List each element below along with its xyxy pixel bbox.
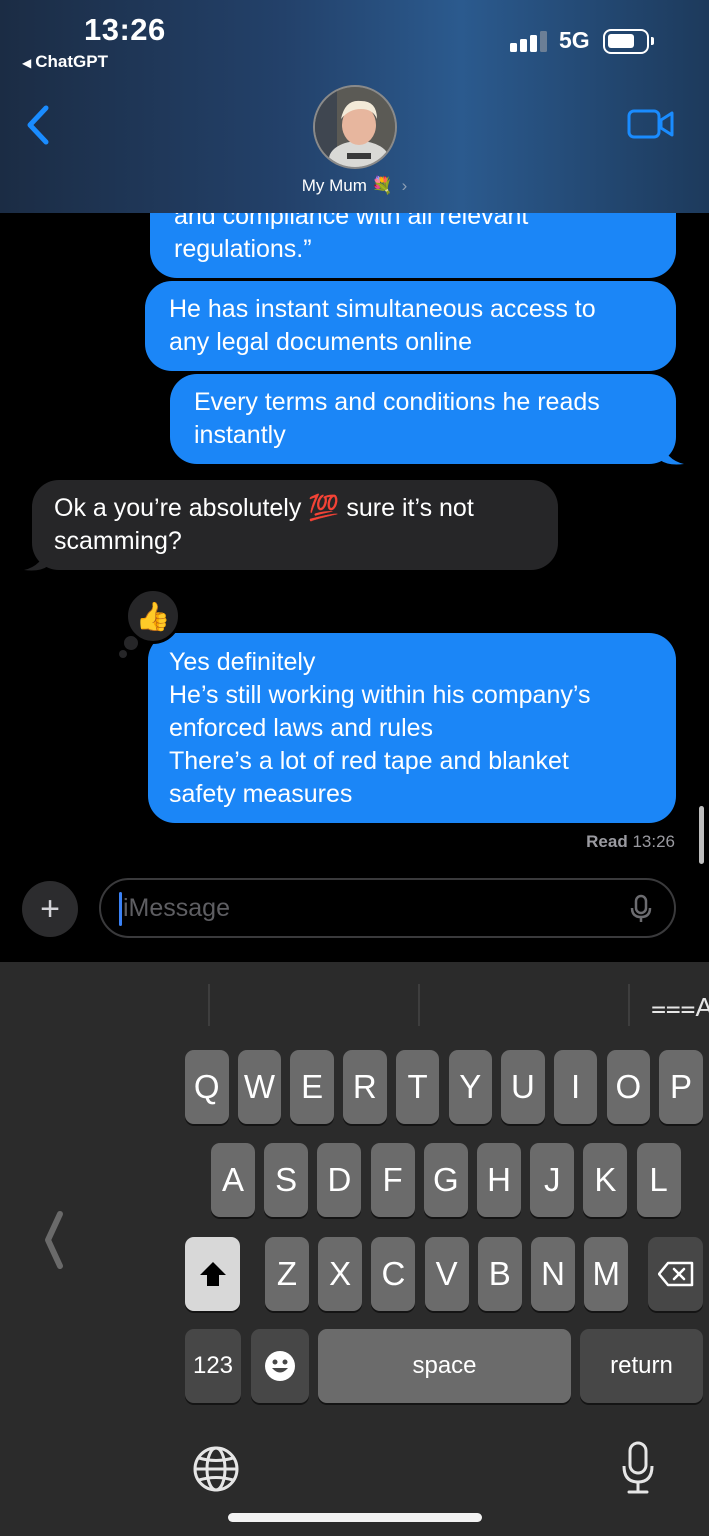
read-time: 13:26 — [632, 832, 675, 851]
key-f[interactable]: F — [370, 1143, 415, 1217]
tapback-tail-dot — [119, 650, 127, 658]
key-x[interactable]: X — [318, 1237, 363, 1311]
key-r[interactable]: R — [343, 1050, 387, 1124]
key-e[interactable]: E — [290, 1050, 334, 1124]
backspace-icon — [657, 1261, 693, 1287]
cellular-signal-icon — [510, 30, 548, 52]
key-n[interactable]: N — [531, 1237, 575, 1311]
key-z[interactable]: Z — [265, 1237, 309, 1311]
key-s[interactable]: S — [264, 1143, 309, 1217]
text-format-icon[interactable]: ⩶A — [651, 992, 709, 1024]
message-text-line: scamming? — [54, 527, 182, 555]
read-label: Read — [586, 832, 628, 851]
key-o[interactable]: O — [606, 1050, 651, 1124]
message-text: Ok a you’re absolutely — [54, 494, 309, 522]
message-text-line: Ok a you’re absolutely 💯 sure it’s not — [54, 492, 534, 525]
shift-arrow-icon — [199, 1262, 226, 1286]
globe-icon[interactable] — [191, 1444, 241, 1494]
imessage-input[interactable]: iMessage — [99, 878, 676, 938]
suggestion-divider — [208, 984, 210, 1026]
key-u[interactable]: U — [501, 1050, 545, 1124]
key-i[interactable]: I — [553, 1050, 598, 1124]
status-time: 13:26 — [84, 12, 166, 47]
outgoing-message-bubble[interactable]: Yes definitely He’s still working within… — [148, 633, 676, 823]
dictation-mic-icon[interactable] — [628, 894, 654, 924]
shift-key[interactable] — [185, 1237, 240, 1311]
message-text-line: instantly — [194, 421, 286, 449]
return-key[interactable]: return — [580, 1329, 703, 1403]
key-j[interactable]: J — [530, 1143, 575, 1217]
read-receipt: Read 13:26 — [586, 832, 675, 852]
imessage-placeholder: iMessage — [123, 894, 230, 922]
battery-icon — [603, 29, 654, 54]
emoji-key[interactable] — [251, 1329, 309, 1403]
keyboard-collapse-chevron-icon[interactable] — [38, 1210, 68, 1270]
key-w[interactable]: W — [237, 1050, 282, 1124]
message-text-line: safety measures — [169, 780, 353, 808]
bubble-tail-icon — [24, 546, 48, 571]
avatar-photo-icon — [315, 87, 395, 167]
key-a[interactable]: A — [211, 1143, 255, 1217]
apps-plus-button[interactable]: + — [22, 881, 78, 937]
home-indicator[interactable] — [228, 1513, 482, 1522]
message-text-line: There’s a lot of red tape and blanket — [169, 747, 569, 775]
key-k[interactable]: K — [583, 1143, 628, 1217]
key-v[interactable]: V — [424, 1237, 469, 1311]
back-to-app-link[interactable]: ◀ ChatGPT — [22, 52, 108, 72]
suggestion-divider — [628, 984, 630, 1026]
message-text-line: Yes definitely — [169, 648, 316, 676]
key-q[interactable]: Q — [185, 1050, 229, 1124]
bubble-tail-icon — [660, 440, 684, 465]
key-b[interactable]: B — [477, 1237, 522, 1311]
contact-details-chevron-icon: › — [401, 176, 408, 195]
conversation-header: 13:26 ◀ ChatGPT 5G My Mum 💐 › — [0, 0, 709, 213]
key-g[interactable]: G — [423, 1143, 468, 1217]
message-text-line: He has instant simultaneous access to — [169, 295, 596, 323]
outgoing-message-bubble[interactable]: He has instant simultaneous access to an… — [145, 281, 676, 371]
message-text-line: enforced laws and rules — [169, 714, 434, 742]
key-c[interactable]: C — [371, 1237, 416, 1311]
key-h[interactable]: H — [477, 1143, 521, 1217]
message-text-line: regulations.” — [174, 235, 312, 263]
outgoing-message-bubble[interactable]: Every terms and conditions he reads inst… — [170, 374, 676, 464]
message-text-line: any legal documents online — [169, 328, 472, 356]
back-app-label: ChatGPT — [35, 52, 108, 71]
key-y[interactable]: Y — [448, 1050, 492, 1124]
key-l[interactable]: L — [636, 1143, 681, 1217]
back-chevron-icon[interactable] — [22, 104, 58, 146]
key-d[interactable]: D — [317, 1143, 362, 1217]
network-type-label: 5G — [559, 27, 590, 53]
key-m[interactable]: M — [584, 1237, 629, 1311]
scrollbar[interactable] — [699, 806, 704, 864]
incoming-message-bubble[interactable]: Ok a you’re absolutely 💯 sure it’s not s… — [32, 480, 558, 570]
message-text-line: He’s still working within his company’s — [169, 681, 591, 709]
thumbs-up-tapback-icon[interactable]: 👍 — [125, 588, 181, 644]
contact-avatar[interactable] — [313, 85, 397, 169]
contact-emoji: 💐 — [371, 176, 393, 195]
key-p[interactable]: P — [659, 1050, 703, 1124]
contact-name-button[interactable]: My Mum 💐 › — [0, 176, 709, 196]
key-t[interactable]: T — [395, 1050, 440, 1124]
delete-key[interactable] — [648, 1237, 703, 1311]
back-triangle-icon: ◀ — [22, 56, 32, 70]
suggestion-divider — [418, 984, 420, 1026]
text-caret — [119, 892, 122, 926]
emoji-smiley-icon — [265, 1351, 295, 1381]
message-text-line: Every terms and conditions he reads — [194, 388, 600, 416]
dictation-mic-icon[interactable] — [620, 1440, 656, 1496]
message-text: sure it’s not — [339, 494, 474, 522]
facetime-video-icon[interactable] — [627, 108, 675, 140]
contact-name-label: My Mum — [301, 176, 367, 195]
space-key[interactable]: space — [318, 1329, 571, 1403]
hundred-points-emoji: 💯 — [308, 494, 340, 522]
numbers-key[interactable]: 123 — [185, 1329, 241, 1403]
